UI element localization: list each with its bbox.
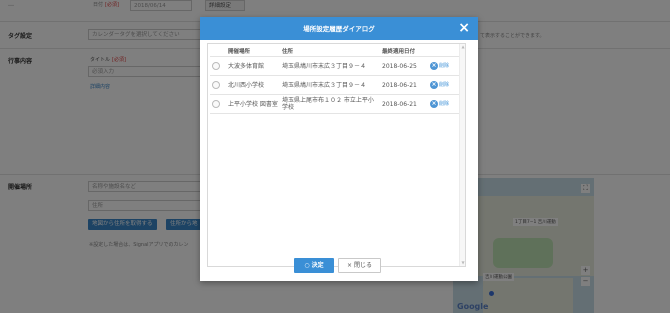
address-cell: 埼玉県鳩川市末広３丁目９－４ <box>280 56 380 76</box>
address-cell: 埼玉県鳩川市末広３丁目９－４ <box>280 75 380 95</box>
ok-label: 決定 <box>311 262 324 269</box>
history-list: 開催場所 住所 最終適用日付 大波多体育館 埼玉県鳩川市末広３丁目９－４ 201… <box>207 43 466 267</box>
table-row[interactable]: 大波多体育館 埼玉県鳩川市末広３丁目９－４ 2018-06-25 × 削除 <box>210 56 460 76</box>
row-radio[interactable] <box>212 100 220 108</box>
delete-button[interactable]: × 削除 <box>430 100 449 108</box>
date-cell: 2018-06-21 <box>380 94 428 114</box>
delete-button[interactable]: × 削除 <box>430 62 449 70</box>
history-table: 開催場所 住所 最終適用日付 大波多体育館 埼玉県鳩川市末広３丁目９－４ 201… <box>210 46 460 114</box>
table-row[interactable]: 北川西小学校 埼玉県鳩川市末広３丁目９－４ 2018-06-21 × 削除 <box>210 75 460 95</box>
delete-icon: × <box>430 62 438 70</box>
date-cell: 2018-06-25 <box>380 56 428 76</box>
dialog-header: 場所設定履歴ダイアログ × <box>200 17 478 40</box>
venue-cell: 北川西小学校 <box>226 75 280 95</box>
table-row[interactable]: 上平小学校 図書室 埼玉県上尾市布１０２ 市立上平小学校 2018-06-21 … <box>210 94 460 114</box>
venue-cell: 上平小学校 図書室 <box>226 94 280 114</box>
close-button-icon: × <box>347 262 353 269</box>
venue-cell: 大波多体育館 <box>226 56 280 76</box>
address-cell: 埼玉県上尾市布１０２ 市立上平小学校 <box>280 94 380 114</box>
column-header-address: 住所 <box>282 49 294 55</box>
date-cell: 2018-06-21 <box>380 75 428 95</box>
row-radio[interactable] <box>212 62 220 70</box>
column-header-venue: 開催場所 <box>228 49 251 55</box>
table-header-row: 開催場所 住所 最終適用日付 <box>210 46 460 57</box>
list-scrollbar[interactable]: ▲ ▼ <box>459 44 465 266</box>
delete-icon: × <box>430 81 438 89</box>
location-history-dialog: 場所設定履歴ダイアログ × 開催場所 住所 最終適用日付 大波多体育館 埼玉県鳩… <box>200 17 478 281</box>
dialog-title: 場所設定履歴ダイアログ <box>303 25 375 33</box>
close-icon[interactable]: × <box>458 18 470 38</box>
ok-icon: ○ <box>304 262 310 269</box>
delete-button[interactable]: × 削除 <box>430 81 449 89</box>
ok-button[interactable]: ○ 決定 <box>294 258 334 273</box>
row-radio[interactable] <box>212 81 220 89</box>
column-header-last-date: 最終適用日付 <box>382 49 416 55</box>
scroll-down-icon[interactable]: ▼ <box>460 260 466 266</box>
close-label: 閉じる <box>353 262 372 269</box>
close-button[interactable]: × 閉じる <box>338 258 381 273</box>
delete-icon: × <box>430 100 438 108</box>
scroll-up-icon[interactable]: ▲ <box>460 44 466 50</box>
